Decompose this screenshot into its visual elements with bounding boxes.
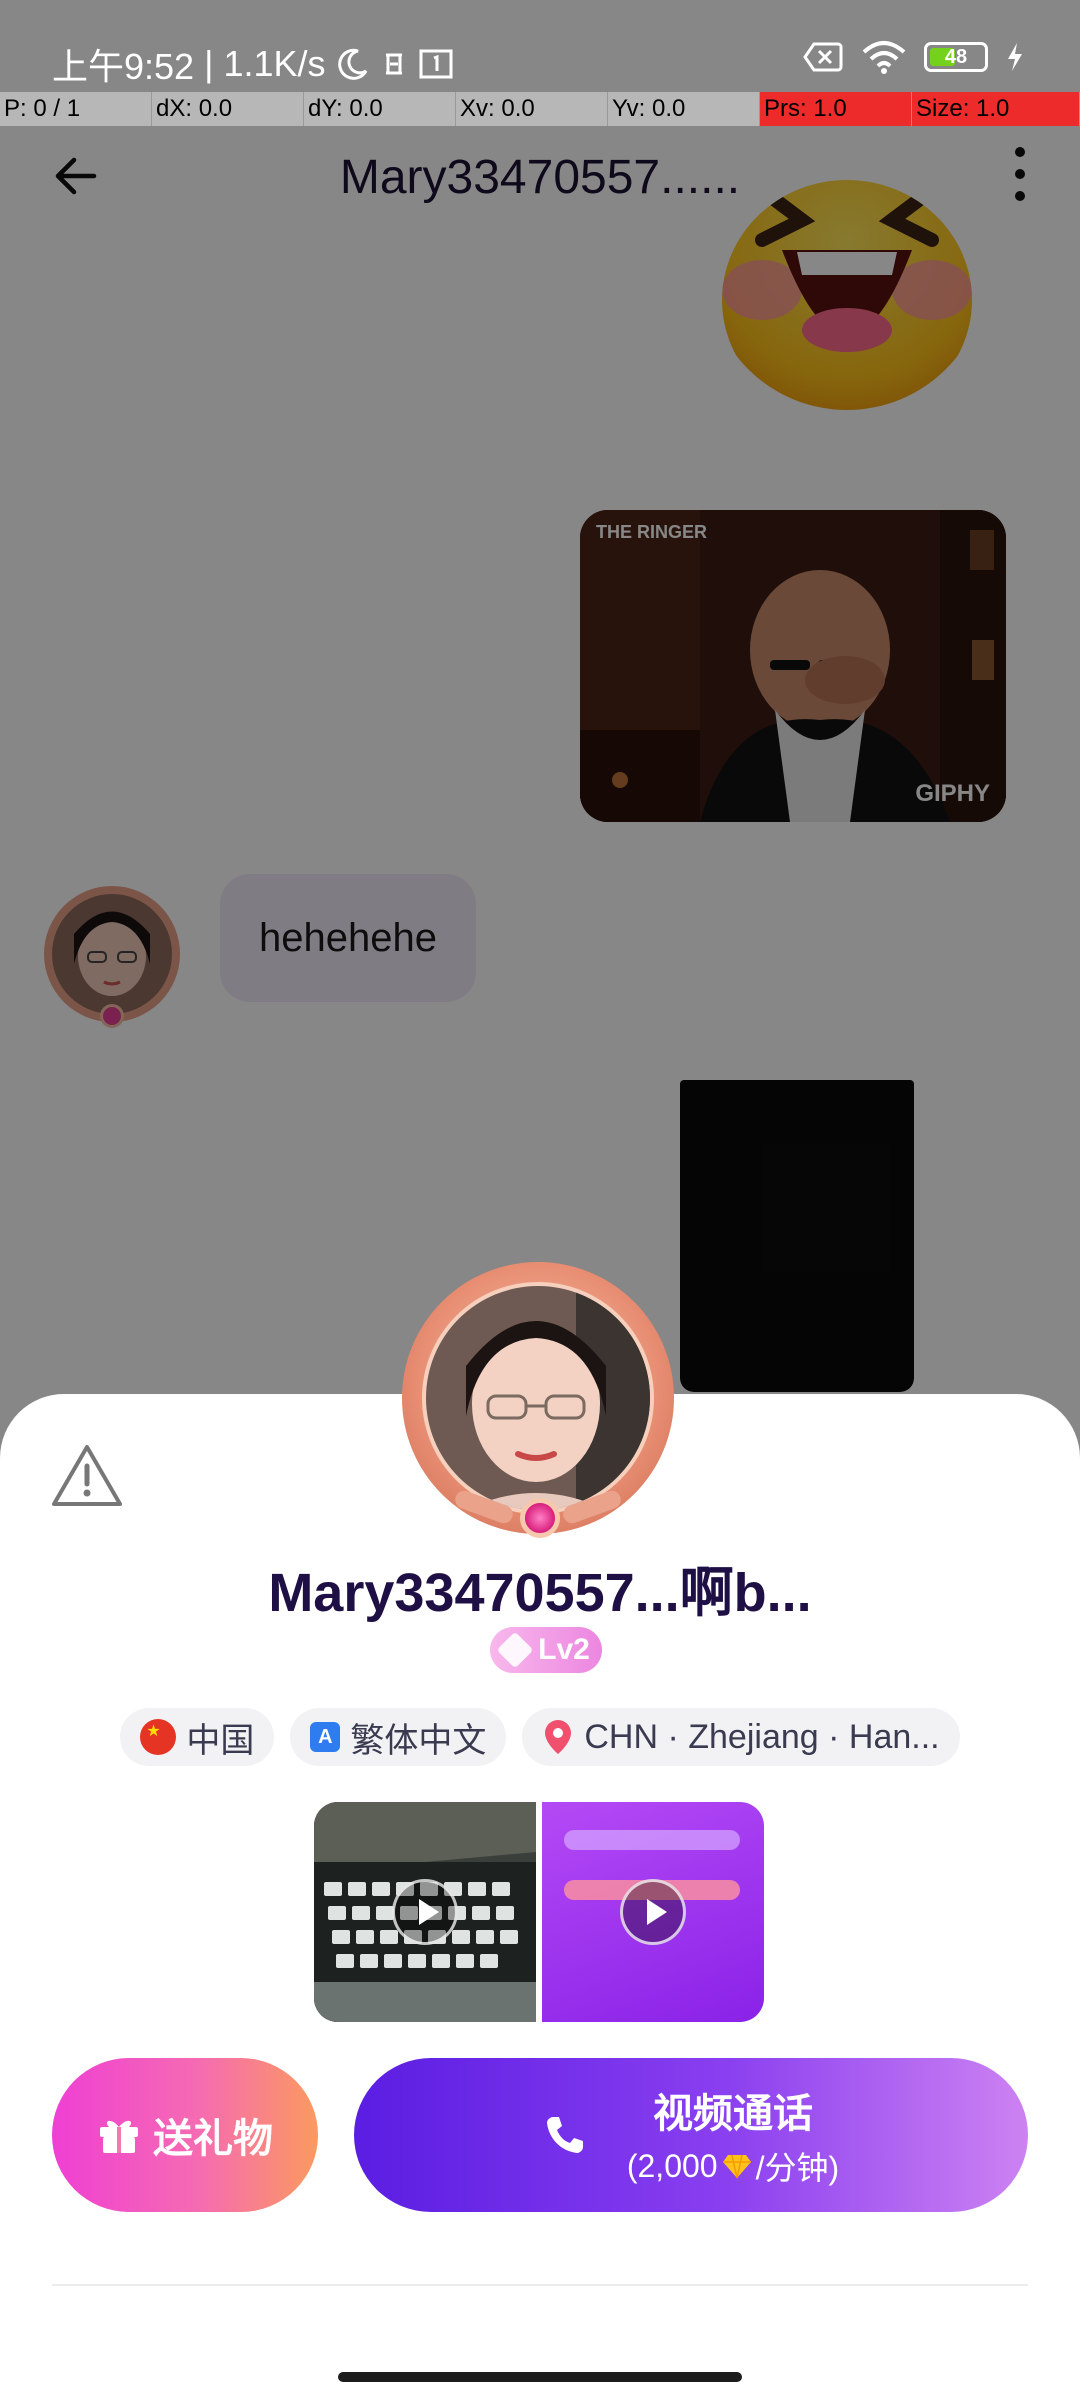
pointer-location-overlay: P: 0 / 1 dX: 0.0 dY: 0.0 Xv: 0.0 Yv: 0.0…: [0, 92, 1080, 126]
gift-icon: [100, 2120, 138, 2153]
media-thumbnail[interactable]: [542, 1802, 764, 2022]
video-call-text: 视频通话 (2,000 /分钟): [627, 2081, 839, 2189]
battery-icon: 48: [924, 42, 988, 72]
level-label: Lv2: [538, 1633, 590, 1666]
send-gift-button[interactable]: 送礼物: [52, 2058, 318, 2212]
phone-icon: [546, 2117, 583, 2153]
status-bar: 上午9:52 | 1.1K/s 48: [0, 0, 1080, 92]
status-right: 48: [802, 40, 1024, 74]
report-warning-icon[interactable]: [50, 1442, 124, 1508]
status-left: 上午9:52 | 1.1K/s: [52, 38, 454, 90]
price-amount: (2,000: [626, 2147, 718, 2184]
home-indicator[interactable]: [338, 2372, 742, 2382]
debug-xv: Xv: 0.0: [456, 92, 608, 126]
debug-size: Size: 1.0: [912, 92, 1080, 126]
profile-name: Mary33470557...啊b...: [268, 1563, 812, 1623]
video-call-price: (2,000 /分钟): [627, 2143, 839, 2189]
media-thumbnail[interactable]: [314, 1802, 536, 2022]
profile-avatar-photo: [422, 1282, 654, 1514]
charging-icon: [1008, 43, 1022, 71]
profile-tags: 中国 A 繁体中文 CHN · Zhejiang · Han...: [0, 1708, 1080, 1766]
debug-pressure: Prs: 1.0: [760, 92, 912, 126]
debug-dx: dX: 0.0: [152, 92, 304, 126]
status-separator: |: [204, 43, 214, 84]
net-speed: 1.1K/s: [223, 43, 326, 84]
language-label: 繁体中文: [350, 1721, 487, 1760]
country-tag: 中国: [120, 1708, 275, 1766]
send-gift-label: 送礼物: [153, 2117, 273, 2161]
debug-dy: dY: 0.0: [304, 92, 456, 126]
debug-yv: Yv: 0.0: [608, 92, 760, 126]
sim-icon: [419, 49, 452, 79]
price-unit: /分钟): [755, 2150, 840, 2186]
sync-icon: [385, 53, 402, 75]
debug-pointer-count: P: 0 / 1: [0, 92, 152, 126]
level-badge: Lv2: [490, 1627, 602, 1673]
wifi-icon: [862, 41, 906, 74]
play-icon: [620, 1879, 686, 1945]
status-time: 上午9:52: [52, 46, 195, 87]
video-call-button[interactable]: 视频通话 (2,000 /分钟): [354, 2058, 1028, 2212]
language-tag: A 繁体中文: [290, 1708, 507, 1766]
bottom-divider: [52, 2284, 1028, 2286]
battery-level: 48: [944, 45, 968, 68]
country-label: 中国: [186, 1721, 255, 1760]
no-sim-icon: [803, 42, 843, 72]
profile-avatar[interactable]: [402, 1262, 674, 1538]
avatar-frame-gem: [520, 1498, 560, 1538]
moon-icon: [337, 48, 367, 80]
location-pin-icon: [545, 1720, 572, 1754]
diamond-icon: [496, 1631, 534, 1669]
gem-icon: [722, 2154, 751, 2179]
china-flag-icon: [140, 1719, 177, 1755]
translate-icon: A: [310, 1722, 341, 1752]
video-call-label: 视频通话: [652, 2092, 813, 2136]
profile-media-row: [314, 1802, 766, 2022]
location-tag: CHN · Zhejiang · Han...: [522, 1708, 960, 1766]
play-icon: [392, 1879, 458, 1945]
location-label: CHN · Zhejiang · Han...: [584, 1717, 940, 1756]
